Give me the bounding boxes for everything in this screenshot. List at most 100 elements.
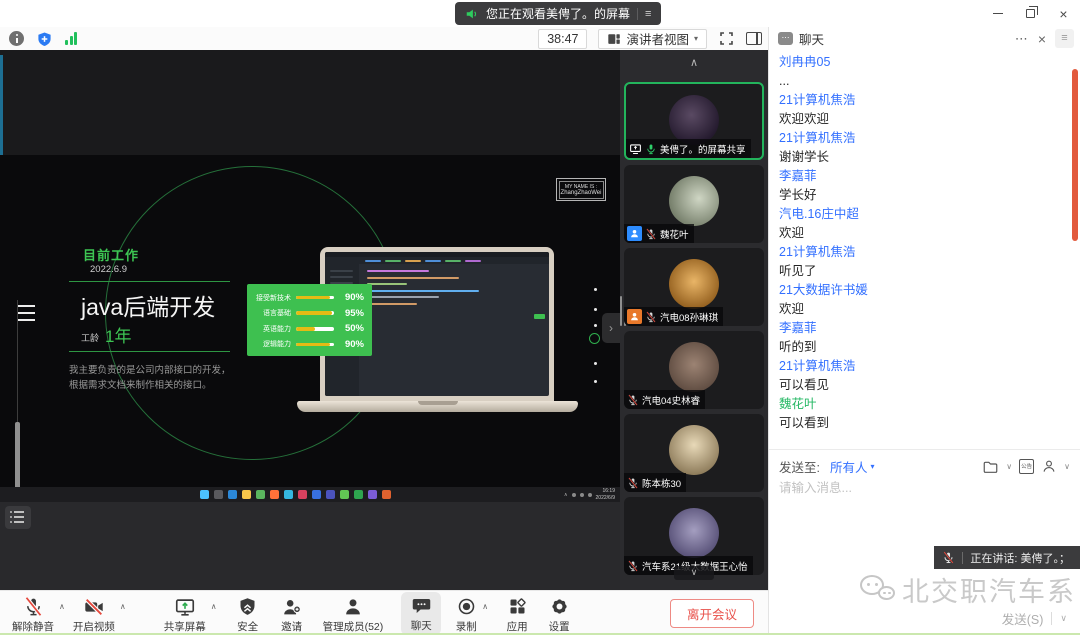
slide-divider	[69, 281, 230, 282]
gear-icon	[548, 596, 570, 618]
meeting-toolbar: 解除静音 ∧ 开启视频 ∧	[0, 590, 768, 635]
avatar	[669, 176, 719, 226]
send-button[interactable]: 发送(S)	[1002, 609, 1044, 628]
members-person-icon	[342, 596, 364, 618]
chat-message: ...	[779, 72, 1061, 91]
skill-percent: 90%	[339, 292, 364, 303]
record-button[interactable]: 录制	[453, 593, 479, 634]
banner-menu-icon[interactable]: ≡	[645, 8, 651, 20]
skill-percent: 95%	[339, 308, 364, 319]
taskbar-app-icons	[200, 490, 391, 499]
slide-menu-icon	[17, 305, 35, 326]
outline-list-icon[interactable]	[5, 506, 31, 529]
host-badge-icon	[627, 226, 642, 241]
chat-bubble-icon	[410, 595, 432, 617]
record-options-chevron[interactable]: ∧	[482, 602, 488, 611]
chat-message: 学长好	[779, 186, 1061, 205]
chat-message: 欢迎欢迎	[779, 110, 1061, 129]
meeting-timer: 38:47	[538, 29, 587, 49]
meeting-info-icon[interactable]	[9, 31, 24, 46]
participant-tile[interactable]: 汽电08孙琳琪	[624, 248, 764, 326]
send-to-dropdown[interactable]: 所有人 ▾	[830, 457, 875, 476]
skill-row: 语言基础 95%	[253, 307, 364, 320]
watching-share-banner[interactable]: 您正在观看美俜了。的屏幕 ≡	[455, 2, 661, 25]
laptop-base	[297, 401, 578, 412]
start-video-button[interactable]: 开启视频	[71, 593, 117, 634]
participant-tile[interactable]: 陈本栋30	[624, 414, 764, 492]
settings-button[interactable]: 设置	[546, 593, 572, 634]
mic-options-chevron[interactable]: ∧	[59, 602, 65, 611]
send-split-divider	[1051, 612, 1052, 625]
chat-close-button[interactable]: ×	[1038, 31, 1046, 47]
participant-name: 汽电04史林睿	[642, 393, 700, 407]
leave-meeting-button[interactable]: 离开会议	[670, 599, 754, 628]
chat-message: 欢迎	[779, 300, 1061, 319]
filmstrip-scroll-down-chevron[interactable]: ∨	[674, 566, 714, 580]
chat-panel: ⋯ 聊天 ⋯ × ≡ 刘冉冉05 ... 21计算机焦浩 欢迎欢迎 21计算机焦…	[768, 27, 1080, 635]
security-button[interactable]: 安全	[235, 593, 261, 634]
panel-menu-icon[interactable]: ≡	[1055, 29, 1074, 48]
security-shield-icon[interactable]	[37, 31, 52, 47]
chat-sender: 21计算机焦浩	[779, 91, 1061, 110]
slide-scroll-track	[17, 300, 18, 422]
minimize-icon	[993, 13, 1003, 15]
file-folder-icon[interactable]	[982, 459, 999, 474]
chat-input[interactable]	[779, 477, 1069, 537]
person-caret[interactable]: ∨	[1064, 462, 1070, 471]
filmstrip-collapse-chevron[interactable]: ∧	[620, 56, 768, 69]
participants-filmstrip: ∧ 美俜了。的屏幕共享	[620, 50, 768, 590]
close-button[interactable]: ×	[1047, 0, 1080, 27]
participant-name: 美俜了。的屏幕共享	[660, 142, 746, 156]
unmute-button[interactable]: 解除静音	[10, 593, 56, 634]
skill-label: 英语能力	[253, 324, 291, 334]
chat-sender: 汽电.16庄中超	[779, 205, 1061, 224]
chat-scrollbar[interactable]	[1072, 69, 1078, 241]
chat-button[interactable]: 聊天	[401, 592, 441, 635]
skill-row: 逻辑能力 90%	[253, 338, 364, 351]
skill-label: 逻辑能力	[253, 339, 291, 349]
speaking-toast-text: 正在讲话: 美俜了。；	[970, 550, 1070, 566]
apps-button[interactable]: 应用	[504, 593, 530, 634]
send-options-caret[interactable]: ∨	[1060, 613, 1067, 624]
chat-header: ⋯ 聊天 ⋯ × ≡	[769, 27, 1080, 50]
watching-share-text: 您正在观看美俜了。的屏幕	[486, 5, 630, 22]
avatar	[669, 425, 719, 475]
fullscreen-icon[interactable]	[718, 30, 735, 47]
participant-tile[interactable]: 魏花叶	[624, 165, 764, 243]
participant-tile[interactable]: 汽电04史林睿	[624, 331, 764, 409]
view-mode-button[interactable]: 演讲者视图 ▾	[598, 29, 707, 49]
restore-button[interactable]	[1014, 0, 1047, 27]
participant-name: 陈本栋30	[642, 476, 681, 490]
slide-nav-dot	[594, 380, 597, 383]
send-to-label: 发送至:	[779, 457, 820, 476]
invite-button[interactable]: 邀请	[279, 593, 305, 634]
share-screen-button[interactable]: 共享屏幕	[162, 593, 208, 634]
share-options-chevron[interactable]: ∧	[211, 602, 217, 611]
chat-sender: 21计算机焦浩	[779, 243, 1061, 262]
chat-sender: 李嘉菲	[779, 167, 1061, 186]
participant-tile-screen-share[interactable]: 美俜了。的屏幕共享	[624, 82, 764, 160]
announcement-icon[interactable]: 公告	[1019, 459, 1034, 474]
skill-bar	[296, 343, 334, 347]
network-signal-icon[interactable]	[65, 32, 77, 45]
file-caret[interactable]: ∨	[1006, 462, 1012, 471]
slide-nav-dot	[594, 324, 597, 327]
tenure-value: 1年	[105, 322, 131, 347]
slide-divider	[69, 351, 230, 352]
chat-message: 听的到	[779, 338, 1061, 357]
participant-tile[interactable]: 汽车系21级大数据王心怡	[624, 497, 764, 575]
tenure-label: 工龄	[81, 331, 99, 347]
record-icon	[455, 596, 477, 618]
chat-panel-title: 聊天	[799, 29, 824, 48]
minimize-button[interactable]	[981, 0, 1014, 27]
avatar	[669, 342, 719, 392]
skill-label: 接受新技术	[253, 293, 291, 303]
private-chat-person-icon[interactable]	[1041, 458, 1057, 474]
chat-footer-divider	[769, 449, 1080, 450]
chat-send-options: 发送至: 所有人 ▾ ∨ 公告 ∨	[779, 455, 1070, 477]
side-by-side-icon[interactable]	[746, 32, 762, 45]
speaker-icon	[465, 7, 479, 21]
video-options-chevron[interactable]: ∧	[120, 602, 126, 611]
manage-members-button[interactable]: 管理成员(52)	[321, 593, 386, 634]
chat-more-button[interactable]: ⋯	[1015, 31, 1029, 47]
